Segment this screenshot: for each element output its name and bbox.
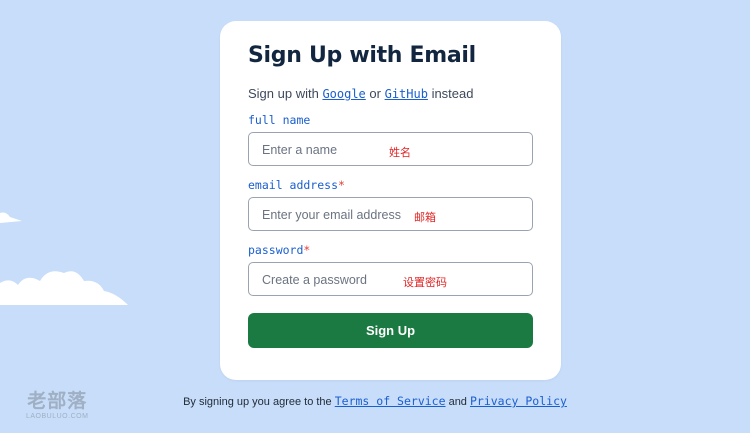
subtitle-suffix: instead — [427, 86, 474, 101]
email-label: email address* — [248, 178, 533, 192]
email-input[interactable] — [260, 198, 524, 232]
subtitle-prefix: Sign up with — [248, 86, 323, 101]
terms-of-service-link[interactable]: Terms of Service — [335, 394, 446, 408]
password-label-text: password — [248, 243, 304, 257]
terms-agreement: By signing up you agree to the Terms of … — [0, 394, 750, 408]
terms-and: and — [445, 396, 470, 408]
password-field-box: 设置密码 — [248, 262, 533, 297]
google-link[interactable]: Google — [322, 87, 365, 101]
email-label-text: email address — [248, 178, 339, 192]
sign-up-button[interactable]: Sign Up — [248, 313, 533, 348]
cloud-decoration — [0, 271, 128, 305]
privacy-policy-link[interactable]: Privacy Policy — [470, 394, 567, 408]
email-annotation: 邮箱 — [414, 211, 436, 224]
terms-prefix: By signing up you agree to the — [183, 396, 335, 408]
cloud-decoration-left-small — [0, 212, 22, 223]
required-marker: * — [338, 178, 345, 192]
watermark-sub-text: LAOBULUO.COM — [26, 413, 89, 420]
subtitle-or: or — [365, 86, 385, 101]
full-name-label: full name — [248, 113, 533, 127]
password-annotation: 设置密码 — [403, 276, 447, 289]
signup-card: Sign Up with Email Sign up with Google o… — [220, 21, 561, 380]
password-label: password* — [248, 243, 533, 257]
required-marker: * — [303, 243, 311, 257]
password-input[interactable] — [260, 263, 524, 297]
email-field-box: 邮箱 — [248, 197, 533, 232]
github-link[interactable]: GitHub — [385, 87, 428, 101]
full-name-label-text: full name — [248, 113, 311, 127]
full-name-annotation: 姓名 — [389, 146, 411, 159]
alt-signup-text: Sign up with Google or GitHub instead — [248, 86, 533, 101]
full-name-field-box: 姓名 — [248, 132, 533, 167]
page-title: Sign Up with Email — [248, 43, 476, 68]
